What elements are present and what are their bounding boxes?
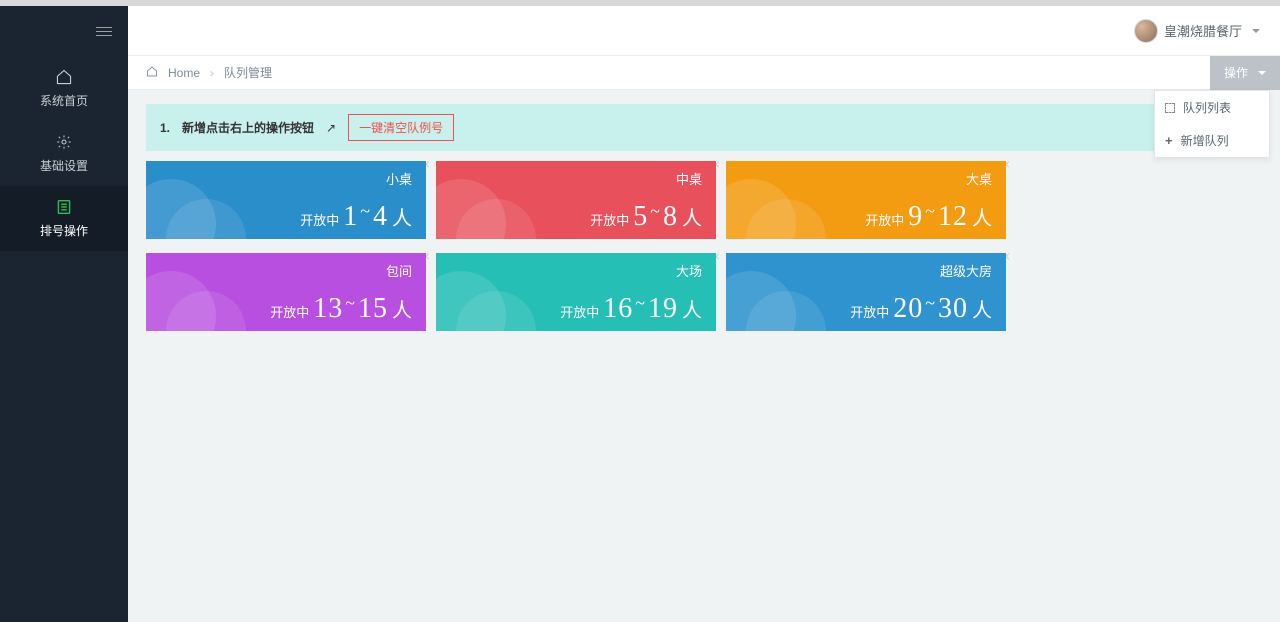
plus-icon: +	[1165, 133, 1173, 148]
card-title: 包间	[160, 261, 412, 280]
user-name: 皇潮烧腊餐厅	[1164, 21, 1242, 40]
card-range: 20~30	[893, 293, 968, 325]
card-range: 13~15	[313, 293, 388, 325]
card-title: 中桌	[450, 169, 702, 188]
arrow-icon: ↗	[326, 121, 336, 135]
breadcrumb-separator: ›	[210, 66, 214, 80]
sidebar-item-label: 排号操作	[0, 222, 128, 239]
gear-icon	[0, 131, 128, 153]
breadcrumb-page: 队列管理	[224, 64, 272, 81]
header: 皇潮烧腊餐厅	[128, 6, 1280, 56]
card-wrap: ×小桌开放中1~4人	[146, 161, 426, 239]
card-wrap: ×大桌开放中9~12人	[726, 161, 1006, 239]
dropdown-item-list[interactable]: 队列列表	[1155, 91, 1269, 124]
card-status: 开放中	[560, 302, 599, 321]
card-suffix: 人	[682, 294, 702, 323]
card-suffix: 人	[972, 294, 992, 323]
card-title: 大桌	[740, 169, 992, 188]
queue-card[interactable]: 超级大房开放中20~30人	[726, 253, 1006, 331]
queue-card[interactable]: 包间开放中13~15人	[146, 253, 426, 331]
avatar	[1134, 19, 1158, 43]
breadcrumb-bar: Home › 队列管理 操作 队列列表 + 新增队列	[128, 56, 1280, 90]
card-title: 小桌	[160, 169, 412, 188]
card-status: 开放中	[865, 210, 904, 229]
card-range: 5~8	[633, 201, 678, 233]
card-status: 开放中	[270, 302, 309, 321]
chevron-down-icon	[1258, 71, 1266, 75]
queue-card[interactable]: 大桌开放中9~12人	[726, 161, 1006, 239]
breadcrumb-home[interactable]: Home	[168, 66, 200, 80]
card-wrap: ×超级大房开放中20~30人	[726, 253, 1006, 331]
breadcrumb: Home › 队列管理	[146, 64, 272, 81]
notice-prefix: 1.	[160, 121, 170, 135]
card-status: 开放中	[590, 210, 629, 229]
hamburger-icon	[96, 27, 112, 36]
dropdown-item-add[interactable]: + 新增队列	[1155, 124, 1269, 157]
action-button[interactable]: 操作	[1210, 56, 1280, 90]
chevron-down-icon	[1252, 29, 1260, 33]
action-dropdown: 队列列表 + 新增队列	[1154, 90, 1270, 158]
action-button-label: 操作	[1224, 64, 1248, 81]
queue-card[interactable]: 中桌开放中5~8人	[436, 161, 716, 239]
app-layout: 系统首页 基础设置 排号操作 皇潮烧腊餐厅	[0, 6, 1280, 622]
user-menu[interactable]: 皇潮烧腊餐厅	[1134, 19, 1260, 43]
card-wrap: ×中桌开放中5~8人	[436, 161, 716, 239]
card-title: 大场	[450, 261, 702, 280]
expand-icon	[1165, 103, 1175, 113]
card-suffix: 人	[392, 294, 412, 323]
list-icon	[0, 196, 128, 218]
card-suffix: 人	[972, 202, 992, 231]
card-status: 开放中	[300, 210, 339, 229]
card-status: 开放中	[850, 302, 889, 321]
queue-card[interactable]: 小桌开放中1~4人	[146, 161, 426, 239]
home-icon-small	[146, 66, 158, 80]
clear-queue-button[interactable]: 一键清空队例号	[348, 114, 454, 141]
sidebar-item-label: 系统首页	[0, 92, 128, 109]
sidebar-item-settings[interactable]: 基础设置	[0, 121, 128, 186]
sidebar-item-home[interactable]: 系统首页	[0, 56, 128, 121]
card-suffix: 人	[392, 202, 412, 231]
home-icon	[0, 66, 128, 88]
sidebar-toggle[interactable]	[0, 6, 128, 56]
card-range: 16~19	[603, 293, 678, 325]
notice-text: 新增点击右上的操作按钮	[182, 119, 314, 136]
card-grid: ×小桌开放中1~4人×中桌开放中5~8人×大桌开放中9~12人×包间开放中13~…	[128, 161, 1280, 345]
card-suffix: 人	[682, 202, 702, 231]
dropdown-item-label: 队列列表	[1183, 99, 1231, 116]
dropdown-item-label: 新增队列	[1181, 132, 1229, 149]
main-area: 皇潮烧腊餐厅 Home › 队列管理 操作 队列列表	[128, 6, 1280, 622]
notice-bar: 1. 新增点击右上的操作按钮 ↗ 一键清空队例号	[146, 104, 1262, 151]
sidebar-item-queue[interactable]: 排号操作	[0, 186, 128, 251]
queue-card[interactable]: 大场开放中16~19人	[436, 253, 716, 331]
sidebar-item-label: 基础设置	[0, 157, 128, 174]
card-title: 超级大房	[740, 261, 992, 280]
card-wrap: ×包间开放中13~15人	[146, 253, 426, 331]
card-range: 9~12	[908, 201, 968, 233]
card-range: 1~4	[343, 201, 388, 233]
card-wrap: ×大场开放中16~19人	[436, 253, 716, 331]
sidebar: 系统首页 基础设置 排号操作	[0, 6, 128, 622]
